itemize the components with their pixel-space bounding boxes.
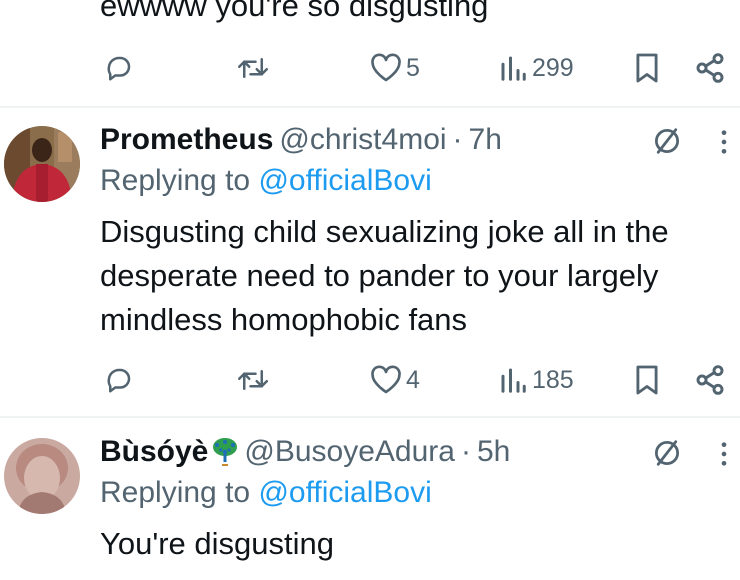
retweet-icon (238, 370, 268, 390)
share-icon (696, 53, 724, 83)
bookmark-icon (636, 53, 658, 83)
display-name[interactable]: Prometheus (100, 123, 273, 157)
bookmark-button[interactable] (634, 48, 660, 88)
user-handle[interactable]: @BusoyeAdura (244, 435, 455, 469)
tweet-text: You're disgusting (100, 526, 334, 561)
reply-button[interactable] (104, 360, 134, 400)
like-button[interactable]: 4 (370, 360, 420, 400)
tweet-menu (652, 438, 682, 468)
avatar[interactable] (4, 438, 80, 514)
avatar[interactable] (4, 126, 80, 202)
tweet-text: ewwww you're so disgusting (100, 0, 489, 23)
tweet-menu (652, 126, 682, 156)
mention-link[interactable]: @officialBovi (258, 476, 431, 509)
more-icon (721, 442, 727, 466)
reply-button[interactable] (104, 48, 134, 88)
share-icon (696, 365, 724, 395)
tweet-2[interactable]: Bùsóyè @BusoyeAdura · 5h Replying to @of… (0, 418, 740, 580)
user-handle[interactable]: @christ4moi (279, 123, 446, 157)
reply-icon (107, 56, 131, 81)
replying-label: Replying to (100, 164, 251, 197)
views-button[interactable]: 299 (498, 48, 574, 88)
grok-icon[interactable] (652, 126, 682, 156)
separator: · (452, 123, 463, 156)
views-button[interactable]: 185 (498, 360, 574, 400)
views-icon (501, 56, 526, 81)
replying-to: Replying to @officialBovi (100, 164, 432, 198)
replying-to: Replying to @officialBovi (100, 476, 432, 510)
views-count: 185 (532, 365, 574, 394)
display-name[interactable]: Bùsóyè (100, 435, 208, 469)
like-count: 4 (406, 365, 420, 394)
mention-link[interactable]: @officialBovi (258, 164, 431, 197)
retweet-button[interactable] (236, 360, 270, 400)
tweet-actions: 4 185 (0, 360, 740, 400)
tweet-header: Prometheus @christ4moi · 7h (100, 120, 502, 160)
bookmark-icon (636, 365, 658, 395)
peacock-icon (212, 438, 238, 466)
more-button[interactable] (718, 440, 730, 468)
timestamp[interactable]: 7h (469, 123, 502, 157)
grok-icon[interactable] (652, 438, 682, 468)
reply-icon (107, 368, 131, 393)
replying-label: Replying to (100, 476, 251, 509)
tweet-actions: 5 299 (0, 48, 740, 88)
share-button[interactable] (694, 360, 726, 400)
retweet-button[interactable] (236, 48, 270, 88)
more-icon (721, 130, 727, 154)
tweet-1[interactable]: Prometheus @christ4moi · 7h Replying to … (0, 108, 740, 418)
tweet-0[interactable]: ewwww you're so disgusting 5 299 (0, 0, 740, 108)
retweet-icon (238, 58, 268, 78)
more-button[interactable] (718, 128, 730, 156)
timestamp[interactable]: 5h (477, 435, 510, 469)
like-icon (371, 53, 401, 82)
like-icon (371, 365, 401, 394)
share-button[interactable] (694, 48, 726, 88)
views-count: 299 (532, 53, 574, 82)
views-icon (501, 368, 526, 393)
separator: · (460, 435, 471, 468)
bookmark-button[interactable] (634, 360, 660, 400)
tweet-text: Disgusting child sexualizing joke all in… (100, 214, 678, 337)
like-button[interactable]: 5 (370, 48, 420, 88)
tweet-header: Bùsóyè @BusoyeAdura · 5h (100, 432, 510, 472)
like-count: 5 (406, 53, 420, 82)
